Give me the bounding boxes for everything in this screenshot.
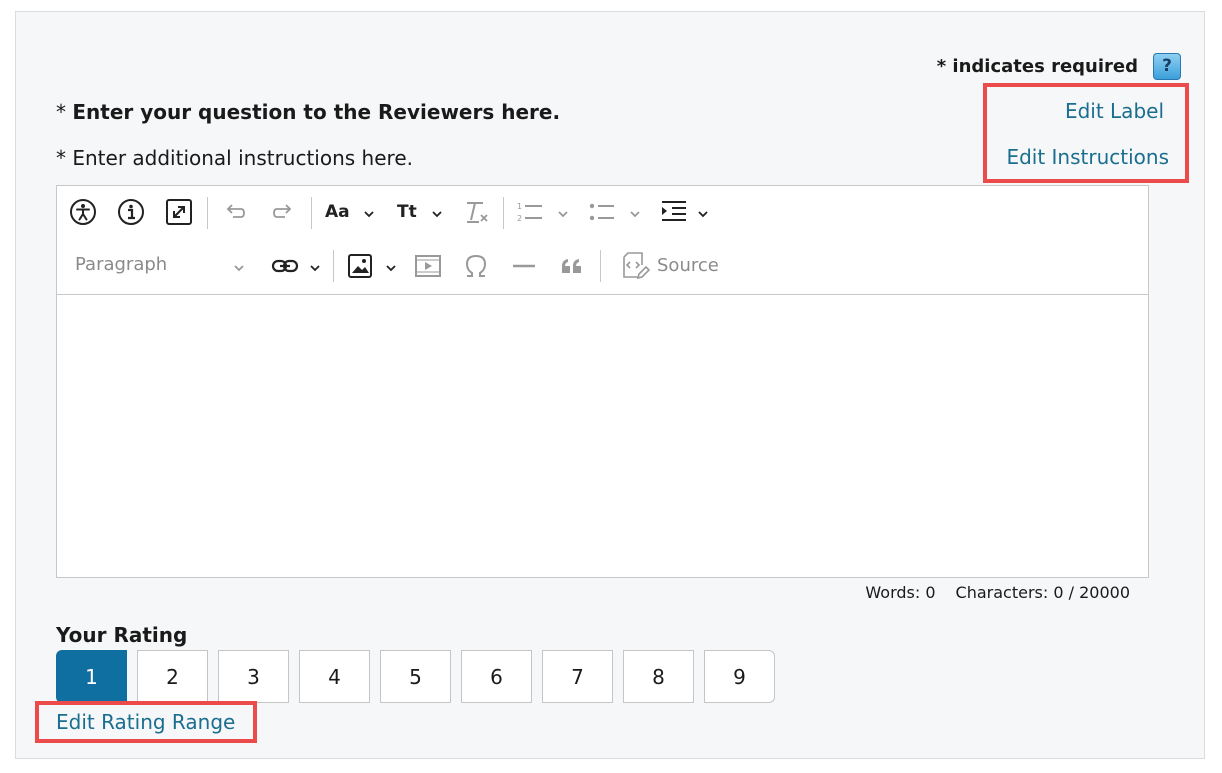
undo-icon[interactable]: [221, 198, 249, 226]
fullscreen-icon[interactable]: [163, 196, 195, 228]
toolbar-separator: [333, 250, 334, 282]
help-button[interactable]: ?: [1153, 53, 1181, 80]
special-characters-icon[interactable]: [461, 252, 491, 280]
character-count: Characters: 0 / 20000: [955, 583, 1130, 602]
rating-option-4[interactable]: 4: [299, 650, 370, 703]
instructions-label: * Enter additional instructions here.: [56, 146, 413, 170]
question-panel: * indicates required ? * Enter your ques…: [15, 11, 1205, 759]
required-note: * indicates required: [936, 56, 1138, 77]
rating-title: Your Rating: [56, 623, 188, 647]
accessibility-icon[interactable]: [67, 196, 99, 228]
rating-option-9[interactable]: 9: [704, 650, 775, 703]
toolbar-separator: [311, 197, 312, 229]
chevron-down-icon[interactable]: [431, 208, 443, 220]
rating-option-5[interactable]: 5: [380, 650, 451, 703]
rating-option-1[interactable]: 1: [56, 650, 127, 703]
indent-icon[interactable]: [659, 198, 689, 226]
info-icon[interactable]: [115, 196, 147, 228]
rating-selector: 1 2 3 4 5 6 7 8 9: [56, 650, 785, 703]
chevron-down-icon[interactable]: [309, 262, 321, 274]
chevron-down-icon[interactable]: [363, 208, 375, 220]
source-icon[interactable]: [619, 250, 651, 282]
toolbar-separator: [207, 197, 208, 229]
heading-select[interactable]: Paragraph: [75, 254, 167, 275]
question-label: * Enter your question to the Reviewers h…: [56, 100, 561, 124]
toolbar-separator: [503, 197, 504, 229]
bulleted-list-icon[interactable]: [587, 198, 617, 226]
rating-option-7[interactable]: 7: [542, 650, 613, 703]
chevron-down-icon[interactable]: [629, 208, 641, 220]
toolbar-separator: [600, 250, 601, 282]
chevron-down-icon[interactable]: [233, 262, 245, 274]
question-label-text: Enter your question to the Reviewers her…: [72, 100, 561, 124]
font-size-icon[interactable]: Tt: [397, 200, 417, 224]
rating-option-8[interactable]: 8: [623, 650, 694, 703]
redo-icon[interactable]: [269, 198, 297, 226]
media-icon[interactable]: [413, 252, 443, 280]
editor-content-area[interactable]: [57, 295, 1148, 577]
link-icon[interactable]: [269, 252, 301, 280]
font-family-icon[interactable]: Aa: [325, 200, 350, 224]
editor-toolbar: Aa Tt 12 Paragraph Source: [57, 186, 1148, 295]
numbered-list-icon[interactable]: 12: [515, 198, 545, 226]
source-button-label[interactable]: Source: [657, 255, 719, 276]
rating-option-3[interactable]: 3: [218, 650, 289, 703]
remove-format-icon[interactable]: [461, 198, 491, 226]
svg-text:2: 2: [517, 214, 522, 223]
chevron-down-icon[interactable]: [557, 208, 569, 220]
highlight-box-edit-links: [983, 83, 1189, 183]
word-count: Words: 0: [865, 583, 936, 602]
rating-option-2[interactable]: 2: [137, 650, 208, 703]
image-icon[interactable]: [345, 252, 375, 280]
svg-text:1: 1: [517, 202, 522, 211]
chevron-down-icon[interactable]: [385, 262, 397, 274]
blockquote-icon[interactable]: [557, 252, 587, 280]
highlight-box-edit-rating-range: [35, 701, 257, 743]
horizontal-line-icon[interactable]: [509, 252, 539, 280]
rich-text-editor: Aa Tt 12 Paragraph Source: [56, 185, 1149, 578]
chevron-down-icon[interactable]: [697, 208, 709, 220]
rating-option-6[interactable]: 6: [461, 650, 532, 703]
word-character-count: Words: 0 Characters: 0 / 20000: [865, 583, 1130, 602]
